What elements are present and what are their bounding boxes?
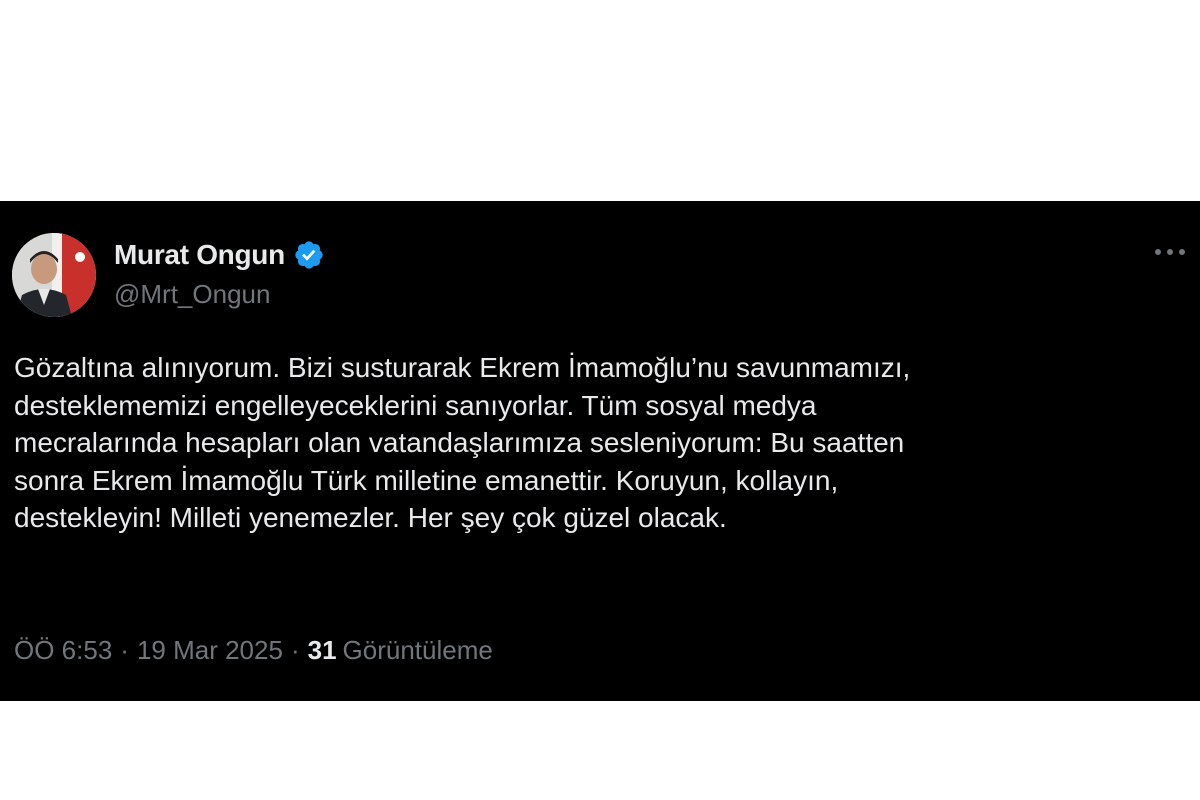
author-name-row: Murat Ongun bbox=[114, 235, 325, 275]
tweet-text-line: mecralarında hesapları olan vatandaşları… bbox=[14, 427, 905, 458]
author-handle[interactable]: @Mrt_Ongun bbox=[114, 279, 270, 310]
tweet-text-line: Gözaltına alınıyorum. Bizi susturarak Ek… bbox=[14, 352, 911, 383]
views-label: Görüntüleme bbox=[342, 635, 493, 665]
tweet-text: Gözaltına alınıyorum. Bizi susturarak Ek… bbox=[14, 349, 1190, 537]
meta-separator: · bbox=[290, 635, 300, 665]
tweet-text-line: sonra Ekrem İmamoğlu Türk milletine eman… bbox=[14, 464, 839, 496]
tweet-card: Murat Ongun @Mrt_Ongun Gözaltına alınıyo… bbox=[0, 201, 1200, 701]
verified-badge-icon bbox=[293, 239, 325, 271]
more-options-button[interactable] bbox=[1150, 237, 1190, 267]
tweet-text-line: destekleyin! Milleti yenemezler. Her şey… bbox=[14, 502, 727, 533]
author-name[interactable]: Murat Ongun bbox=[114, 239, 285, 271]
tweet-text-line: desteklememizi engelleyeceklerini sanıyo… bbox=[14, 389, 817, 421]
tweet-meta: ÖÖ 6:53 · 19 Mar 2025 · 31 Görüntüleme bbox=[14, 635, 493, 666]
tweet-time[interactable]: ÖÖ 6:53 bbox=[14, 635, 112, 666]
views-count[interactable]: 31 bbox=[308, 635, 337, 666]
page: Murat Ongun @Mrt_Ongun Gözaltına alınıyo… bbox=[0, 0, 1200, 800]
more-horizontal-icon bbox=[1155, 249, 1185, 255]
meta-separator: · bbox=[120, 635, 129, 665]
avatar-image bbox=[12, 233, 96, 317]
tweet-date[interactable]: 19 Mar 2025 bbox=[137, 635, 283, 666]
avatar[interactable] bbox=[12, 233, 96, 317]
